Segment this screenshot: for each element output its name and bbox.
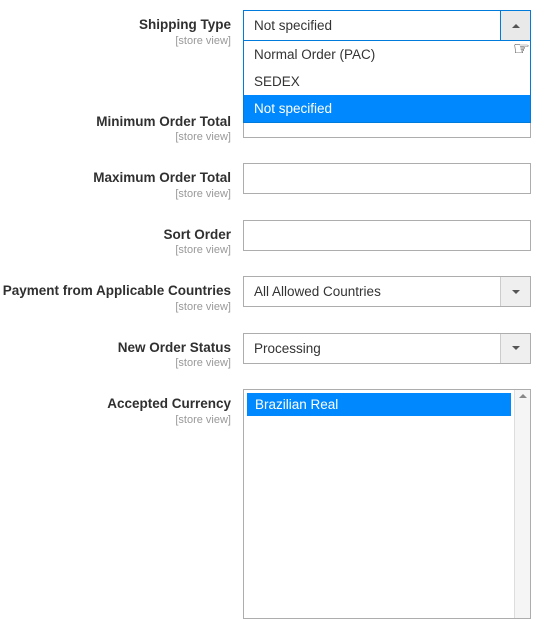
scope-label: [store view]	[0, 357, 231, 369]
max-total-label: Maximum Order Total	[0, 169, 231, 187]
currency-label: Accepted Currency	[0, 395, 231, 413]
scope-label: [store view]	[0, 414, 231, 426]
scope-label: [store view]	[0, 301, 231, 313]
field-col: Not specified ☜ Normal Order (PAC) SEDEX…	[243, 10, 531, 41]
dropdown-option[interactable]: Normal Order (PAC)	[244, 41, 530, 68]
dropdown-option[interactable]: SEDEX	[244, 68, 530, 95]
label-col: Minimum Order Total [store view]	[0, 107, 243, 144]
field-col: Brazilian Real	[243, 389, 531, 619]
scope-label: [store view]	[0, 131, 231, 143]
row-shipping-type: Shipping Type [store view] Not specified…	[0, 10, 557, 47]
scroll-up-icon	[519, 394, 527, 398]
currency-multiselect[interactable]: Brazilian Real	[243, 389, 531, 619]
new-order-status-value: Processing	[244, 341, 500, 356]
field-col	[243, 163, 531, 194]
row-max-total: Maximum Order Total [store view]	[0, 163, 557, 200]
chevron-down-icon	[512, 290, 520, 294]
currency-option-selected[interactable]: Brazilian Real	[247, 393, 511, 416]
scope-label: [store view]	[0, 244, 231, 256]
label-col: New Order Status [store view]	[0, 333, 243, 370]
row-new-order-status: New Order Status [store view] Processing	[0, 333, 557, 370]
shipping-type-dropdown: Normal Order (PAC) SEDEX Not specified	[243, 41, 531, 123]
shipping-type-trigger[interactable]	[500, 11, 530, 40]
shipping-type-select[interactable]: Not specified	[243, 10, 531, 41]
scope-label: [store view]	[0, 35, 231, 47]
scrollbar[interactable]	[514, 390, 530, 618]
new-order-status-label: New Order Status	[0, 339, 231, 357]
field-col	[243, 220, 531, 251]
new-order-status-select[interactable]: Processing	[243, 333, 531, 364]
shipping-type-label: Shipping Type	[0, 16, 231, 34]
max-total-input[interactable]	[243, 163, 531, 194]
scope-label: [store view]	[0, 188, 231, 200]
countries-value: All Allowed Countries	[244, 284, 500, 299]
shipping-type-value: Not specified	[244, 18, 500, 33]
currency-list: Brazilian Real	[244, 390, 514, 618]
row-countries: Payment from Applicable Countries [store…	[0, 276, 557, 313]
field-col: Processing	[243, 333, 531, 364]
dropdown-option-selected[interactable]: Not specified	[244, 95, 530, 122]
label-col: Sort Order [store view]	[0, 220, 243, 257]
chevron-up-icon	[512, 24, 520, 28]
config-form: Shipping Type [store view] Not specified…	[0, 0, 557, 619]
label-col: Accepted Currency [store view]	[0, 389, 243, 426]
chevron-down-icon	[512, 346, 520, 350]
sort-order-input[interactable]	[243, 220, 531, 251]
row-sort-order: Sort Order [store view]	[0, 220, 557, 257]
label-col: Maximum Order Total [store view]	[0, 163, 243, 200]
label-col: Shipping Type [store view]	[0, 10, 243, 47]
countries-trigger[interactable]	[500, 277, 530, 306]
countries-select[interactable]: All Allowed Countries	[243, 276, 531, 307]
countries-label: Payment from Applicable Countries	[0, 282, 231, 300]
sort-order-label: Sort Order	[0, 226, 231, 244]
min-total-label: Minimum Order Total	[0, 113, 231, 131]
new-order-status-trigger[interactable]	[500, 334, 530, 363]
label-col: Payment from Applicable Countries [store…	[0, 276, 243, 313]
field-col: All Allowed Countries	[243, 276, 531, 307]
row-accepted-currency: Accepted Currency [store view] Brazilian…	[0, 389, 557, 619]
